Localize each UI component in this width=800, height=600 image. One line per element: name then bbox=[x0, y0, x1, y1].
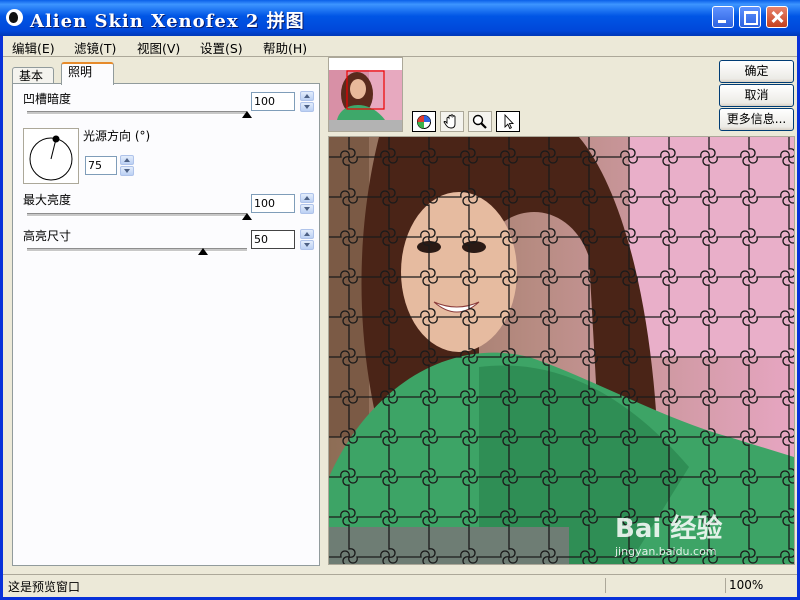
hand-icon bbox=[443, 114, 456, 129]
status-cell-zoom: 100% bbox=[725, 578, 781, 593]
spin-down-icon[interactable] bbox=[120, 166, 134, 176]
alien-head-icon bbox=[6, 9, 23, 26]
light-direction-input[interactable]: 75 bbox=[85, 156, 117, 175]
status-bar: 这是预览窗口 100% bbox=[3, 574, 797, 595]
menu-view[interactable]: 视图(V) bbox=[137, 38, 180, 57]
app-window: Alien Skin Xenofex 2 拼图 编辑(E) 滤镜(T) 视图(V… bbox=[0, 0, 800, 600]
light-direction-dial[interactable] bbox=[23, 128, 79, 184]
bevel-darkness-slider[interactable] bbox=[27, 111, 247, 115]
status-message: 这是预览窗口 bbox=[8, 580, 81, 594]
arrow-icon bbox=[504, 113, 515, 130]
spin-up-icon[interactable] bbox=[300, 229, 314, 239]
cancel-button[interactable]: 取消 bbox=[719, 84, 794, 107]
maximize-button[interactable] bbox=[739, 6, 761, 28]
zoom-level: 100% bbox=[729, 578, 764, 592]
status-cell-empty bbox=[605, 578, 726, 593]
color-picker-icon bbox=[417, 115, 431, 129]
preview-image bbox=[329, 137, 794, 564]
highlight-size-slider[interactable] bbox=[27, 248, 247, 252]
max-brightness-input[interactable]: 100 bbox=[251, 194, 295, 213]
max-brightness-stepper[interactable] bbox=[300, 193, 314, 214]
spin-up-icon[interactable] bbox=[300, 91, 314, 101]
tab-lighting[interactable]: 照明 bbox=[61, 62, 114, 85]
window-title: Alien Skin Xenofex 2 拼图 bbox=[30, 11, 305, 32]
max-brightness-slider-thumb[interactable] bbox=[242, 213, 252, 220]
menu-help[interactable]: 帮助(H) bbox=[263, 38, 307, 57]
max-brightness-slider[interactable] bbox=[27, 213, 247, 217]
title-bar[interactable]: Alien Skin Xenofex 2 拼图 bbox=[0, 0, 800, 36]
color-picker-tool[interactable] bbox=[412, 111, 436, 132]
bevel-darkness-label: 凹槽暗度 bbox=[23, 92, 72, 106]
hand-tool[interactable] bbox=[440, 111, 464, 132]
zoom-icon bbox=[472, 114, 487, 129]
light-direction-stepper[interactable] bbox=[120, 155, 134, 176]
minimize-button[interactable] bbox=[712, 6, 734, 28]
watermark-brand: Bai 经验 bbox=[615, 514, 723, 544]
highlight-size-input[interactable]: 50 bbox=[251, 230, 295, 249]
bevel-darkness-slider-thumb[interactable] bbox=[242, 111, 252, 118]
highlight-size-slider-thumb[interactable] bbox=[198, 248, 208, 255]
zoom-tool[interactable] bbox=[468, 111, 492, 132]
spin-up-icon[interactable] bbox=[120, 155, 134, 165]
spin-down-icon[interactable] bbox=[300, 204, 314, 214]
menu-bar: 编辑(E) 滤镜(T) 视图(V) 设置(S) 帮助(H) bbox=[3, 36, 797, 56]
light-direction-label: 光源方向 (°) bbox=[83, 129, 151, 143]
dial-icon bbox=[29, 135, 73, 181]
arrow-tool[interactable] bbox=[496, 111, 520, 132]
spin-down-icon[interactable] bbox=[300, 102, 314, 112]
highlight-size-stepper[interactable] bbox=[300, 229, 314, 250]
spin-up-icon[interactable] bbox=[300, 193, 314, 203]
watermark-url: jingyan.baidu.com bbox=[615, 545, 717, 558]
close-button[interactable] bbox=[766, 6, 788, 28]
max-brightness-label: 最大亮度 bbox=[23, 193, 72, 207]
navigator-thumbnail[interactable] bbox=[328, 57, 403, 132]
ok-button[interactable]: 确定 bbox=[719, 60, 794, 83]
menu-settings[interactable]: 设置(S) bbox=[200, 38, 243, 57]
preview-window[interactable] bbox=[328, 136, 795, 565]
more-info-button[interactable]: 更多信息... bbox=[719, 108, 794, 131]
watermark: Bai 经验 jingyan.baidu.com bbox=[615, 508, 722, 558]
spin-down-icon[interactable] bbox=[300, 240, 314, 250]
highlight-size-label: 高亮尺寸 bbox=[23, 229, 72, 243]
menu-filter[interactable]: 滤镜(T) bbox=[74, 38, 116, 57]
bevel-darkness-stepper[interactable] bbox=[300, 91, 314, 112]
bevel-darkness-input[interactable]: 100 bbox=[251, 92, 295, 111]
menu-edit[interactable]: 编辑(E) bbox=[12, 38, 55, 57]
thumbnail-image bbox=[329, 58, 402, 131]
